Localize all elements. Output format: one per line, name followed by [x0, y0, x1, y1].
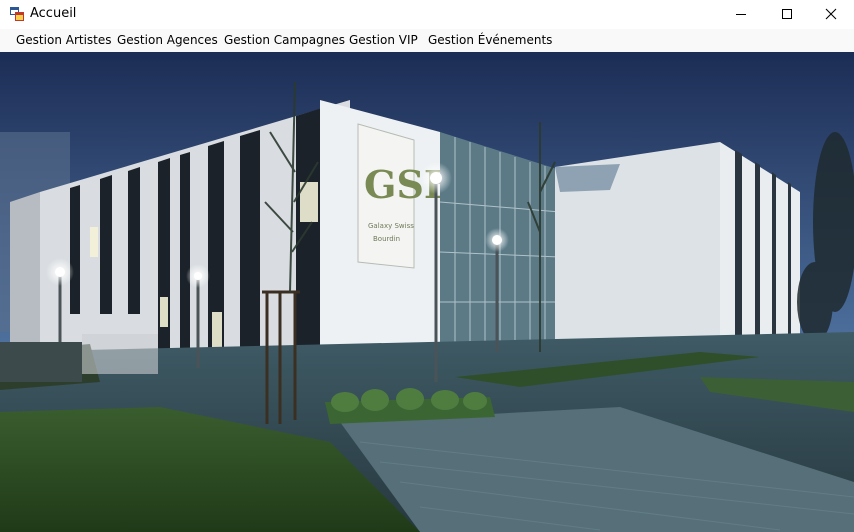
menu-item-gestion-agences[interactable]: Gestion Agences: [117, 33, 218, 47]
winforms-app-icon: [10, 7, 24, 21]
close-button[interactable]: [808, 0, 854, 28]
minimize-button[interactable]: [718, 0, 764, 28]
sign-line1-text: Galaxy Swiss: [368, 222, 414, 230]
menu-item-gestion-vip[interactable]: Gestion VIP: [349, 33, 418, 47]
app-window: Accueil Gestion Artistes Gestion Agences…: [0, 0, 854, 532]
minimize-icon: [736, 14, 746, 15]
close-icon: [825, 8, 837, 20]
menu-bar: Gestion Artistes Gestion Agences Gestion…: [0, 29, 854, 52]
background-image: GSB Galaxy Swiss Bourdin: [0, 52, 854, 532]
title-bar: Accueil: [0, 0, 854, 28]
menu-item-gestion-evenements[interactable]: Gestion Événements: [428, 33, 552, 47]
sign-line2-text: Bourdin: [373, 235, 400, 243]
maximize-icon: [782, 9, 792, 19]
menu-item-gestion-artistes[interactable]: Gestion Artistes: [16, 33, 112, 47]
window-title: Accueil: [30, 6, 77, 21]
maximize-button[interactable]: [764, 0, 810, 28]
menu-item-gestion-campagnes[interactable]: Gestion Campagnes: [224, 33, 345, 47]
